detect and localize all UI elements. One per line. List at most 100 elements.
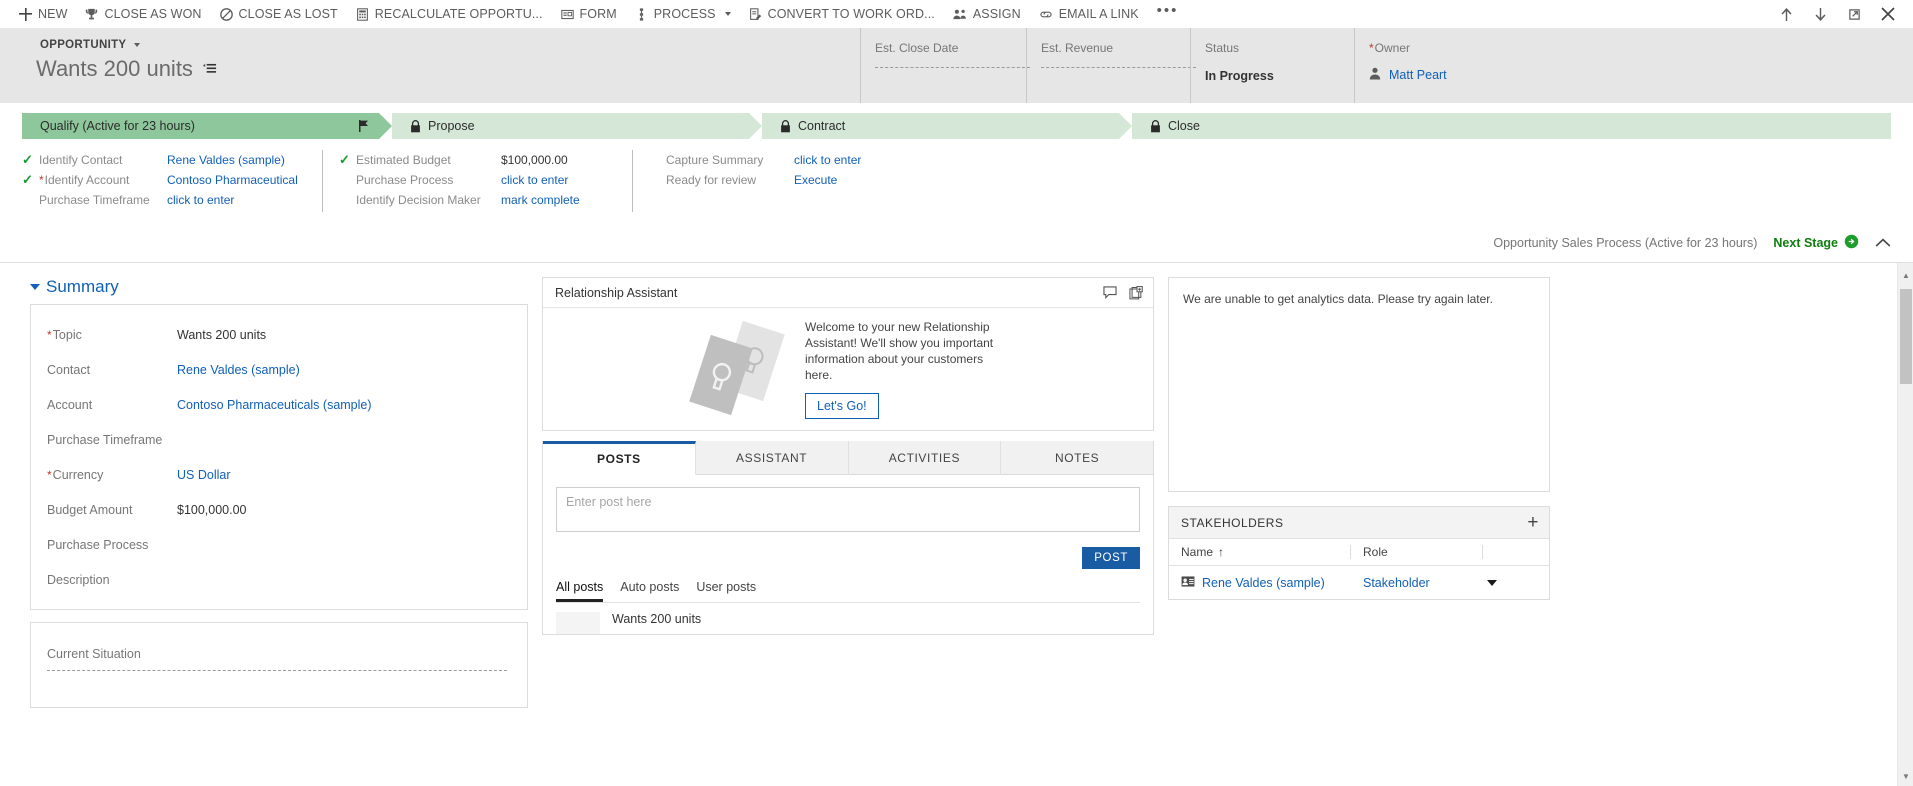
column-header-name[interactable]: Name ↑ xyxy=(1169,545,1351,559)
header-field-est-close-date[interactable]: Est. Close Date xyxy=(860,28,1030,103)
list-item[interactable]: Wants 200 units xyxy=(556,612,1140,634)
page-scrollbar[interactable]: ▲ ▼ xyxy=(1897,263,1913,786)
command-email-a-link[interactable]: EMAIL A LINK xyxy=(1030,0,1148,28)
field-row-contact[interactable]: Contact Rene Valdes (sample) xyxy=(47,352,513,387)
process-step-value[interactable]: click to enter xyxy=(167,193,234,207)
command-process[interactable]: PROCESS xyxy=(626,0,740,28)
header-field-label-text: Owner xyxy=(1374,41,1411,55)
command-recalculate-opportunity[interactable]: RECALCULATE OPPORTU... xyxy=(347,0,552,28)
post-input[interactable] xyxy=(556,487,1140,532)
field-value-topic[interactable]: Wants 200 units xyxy=(177,328,513,342)
field-row-purchase-process[interactable]: Purchase Process xyxy=(47,527,513,562)
contact-link[interactable]: Rene Valdes (sample) xyxy=(177,363,300,377)
tab-notes[interactable]: NOTES xyxy=(1001,441,1153,475)
column-header-role[interactable]: Role xyxy=(1351,545,1483,559)
process-step-label: Capture Summary xyxy=(666,153,764,167)
record-header-left: OPPORTUNITY Wants 200 units xyxy=(0,28,860,103)
summary-section-header[interactable]: Summary xyxy=(30,277,528,297)
process-step-execute-action[interactable]: Execute xyxy=(794,173,837,187)
process-step-value[interactable]: $100,000.00 xyxy=(501,153,568,167)
comment-icon[interactable] xyxy=(1103,286,1117,300)
field-row-purchase-timeframe[interactable]: Purchase Timeframe xyxy=(47,422,513,457)
scroll-down-arrow-icon[interactable]: ▼ xyxy=(1898,768,1913,784)
process-step-value[interactable]: Rene Valdes (sample) xyxy=(167,153,285,167)
command-convert-to-work-order[interactable]: CONVERT TO WORK ORD... xyxy=(740,0,944,28)
popout-icon[interactable] xyxy=(1837,0,1871,28)
process-step-estimated-budget[interactable]: ✓ Estimated Budget $100,000.00 xyxy=(339,150,632,170)
summary-card: * Topic Wants 200 units Contact Rene Vald… xyxy=(30,304,528,610)
collapse-process-icon[interactable] xyxy=(1875,238,1891,248)
stage-qualify[interactable]: Qualify (Active for 23 hours) xyxy=(22,113,392,139)
post-title: Wants 200 units xyxy=(612,612,702,626)
stakeholder-role-link[interactable]: Stakeholder xyxy=(1363,576,1430,590)
command-label: CLOSE AS WON xyxy=(104,7,202,21)
arrow-right-circle-icon xyxy=(1844,234,1859,252)
process-step-identify-contact[interactable]: ✓ Identify Contact Rene Valdes (sample) xyxy=(22,150,322,170)
command-assign[interactable]: ASSIGN xyxy=(944,0,1030,28)
command-close-as-lost[interactable]: CLOSE AS LOST xyxy=(211,0,347,28)
process-step-ready-for-review[interactable]: Ready for review Execute xyxy=(649,170,952,190)
command-overflow-button[interactable]: ••• xyxy=(1148,0,1188,28)
post-button[interactable]: POST xyxy=(1082,547,1140,569)
down-arrow-icon[interactable] xyxy=(1803,0,1837,28)
filter-auto-posts[interactable]: Auto posts xyxy=(620,580,679,602)
add-stakeholder-button[interactable]: + xyxy=(1527,513,1539,532)
process-step-purchase-timeframe[interactable]: Purchase Timeframe click to enter xyxy=(22,190,322,210)
stage-close[interactable]: Close xyxy=(1132,113,1891,139)
process-step-purchase-process[interactable]: Purchase Process click to enter xyxy=(339,170,632,190)
header-field-owner[interactable]: *Owner Matt Peart xyxy=(1354,28,1913,103)
process-step-capture-summary[interactable]: Capture Summary click to enter xyxy=(649,150,952,170)
process-step-identify-decision-maker[interactable]: Identify Decision Maker mark complete xyxy=(339,190,632,210)
up-arrow-icon[interactable] xyxy=(1769,0,1803,28)
tab-posts[interactable]: POSTS xyxy=(543,441,696,475)
chevron-down-icon[interactable] xyxy=(1487,579,1497,586)
process-step-value[interactable]: mark complete xyxy=(501,193,580,207)
table-row[interactable]: Rene Valdes (sample) Stakeholder xyxy=(1169,566,1549,599)
next-stage-button[interactable]: Next Stage xyxy=(1773,234,1859,252)
command-label: PROCESS xyxy=(653,7,716,21)
form-body: Summary * Topic Wants 200 units Contact R… xyxy=(0,263,1913,786)
tab-assistant[interactable]: ASSISTANT xyxy=(695,441,849,475)
field-label: Contact xyxy=(47,362,91,377)
command-new[interactable]: NEW xyxy=(10,0,76,28)
process-step-value[interactable]: Contoso Pharmaceutical xyxy=(167,173,298,187)
empty-value-dash[interactable] xyxy=(47,670,507,671)
scroll-up-arrow-icon[interactable]: ▲ xyxy=(1898,267,1913,283)
process-step-label: Identify Contact xyxy=(39,153,123,167)
record-menu-icon[interactable] xyxy=(202,62,217,76)
field-row-topic[interactable]: * Topic Wants 200 units xyxy=(47,317,513,352)
next-stage-label: Next Stage xyxy=(1773,236,1838,250)
stage-bar: Qualify (Active for 23 hours) Propose Co… xyxy=(22,113,1891,139)
field-row-description[interactable]: Description xyxy=(47,562,513,597)
currency-link[interactable]: US Dollar xyxy=(177,468,231,482)
field-row-account[interactable]: Account Contoso Pharmaceuticals (sample) xyxy=(47,387,513,422)
stakeholder-name-link[interactable]: Rene Valdes (sample) xyxy=(1202,576,1325,590)
filter-user-posts[interactable]: User posts xyxy=(696,580,756,602)
entity-type-selector[interactable]: OPPORTUNITY xyxy=(34,37,146,53)
trophy-icon xyxy=(85,8,98,21)
tab-activities[interactable]: ACTIVITIES xyxy=(848,441,1002,475)
filter-all-posts[interactable]: All posts xyxy=(556,580,604,602)
process-step-identify-account[interactable]: ✓ *Identify Account Contoso Pharmaceutic… xyxy=(22,170,322,190)
close-icon[interactable] xyxy=(1871,0,1905,28)
process-step-label: Purchase Timeframe xyxy=(39,193,150,207)
account-link[interactable]: Contoso Pharmaceuticals (sample) xyxy=(177,398,372,412)
field-value-budget-amount[interactable]: $100,000.00 xyxy=(177,503,513,517)
owner-link[interactable]: Matt Peart xyxy=(1389,68,1447,82)
header-field-label: *Owner xyxy=(1369,41,1913,55)
header-field-est-revenue[interactable]: Est. Revenue xyxy=(1026,28,1196,103)
status-badge: In Progress xyxy=(1205,69,1274,83)
process-step-value[interactable]: click to enter xyxy=(794,153,861,167)
process-step-value[interactable]: click to enter xyxy=(501,173,568,187)
stage-propose[interactable]: Propose xyxy=(392,113,762,139)
header-fields: Est. Close Date Est. Revenue Status In P… xyxy=(860,28,1913,103)
scrollbar-thumb[interactable] xyxy=(1900,289,1912,384)
summary-section-title: Summary xyxy=(46,277,119,296)
command-close-as-won[interactable]: CLOSE AS WON xyxy=(76,0,210,28)
field-row-budget-amount[interactable]: Budget Amount $100,000.00 xyxy=(47,492,513,527)
stage-contract[interactable]: Contract xyxy=(762,113,1132,139)
cards-icon[interactable] xyxy=(1129,285,1143,300)
field-row-currency[interactable]: * Currency US Dollar xyxy=(47,457,513,492)
command-form[interactable]: FORM xyxy=(552,0,626,28)
lets-go-button[interactable]: Let's Go! xyxy=(805,393,879,419)
